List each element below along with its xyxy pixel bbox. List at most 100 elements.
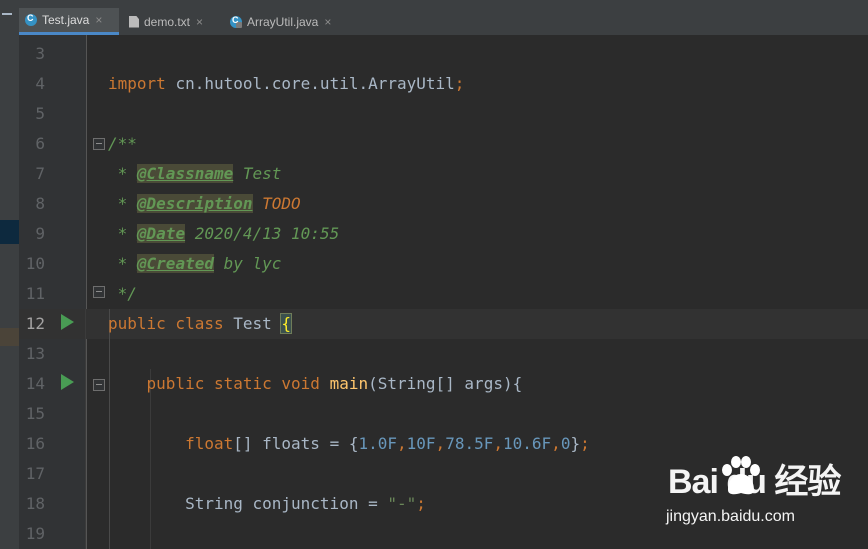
code-token: @Date <box>136 224 186 243</box>
line-number: 15 <box>25 404 45 423</box>
code-line[interactable]: 7 * @Classname Test <box>19 159 868 189</box>
tab-label: ArrayUtil.java <box>247 14 319 29</box>
code-line[interactable]: 11 */ <box>19 279 868 309</box>
tab-label: Test.java <box>42 13 90 27</box>
line-number: 11 <box>25 284 45 303</box>
code-text[interactable]: public static void main(String[] args){ <box>108 369 523 399</box>
code-line[interactable]: 9 * @Date 2020/4/13 10:55 <box>19 219 868 249</box>
code-token: /** <box>108 134 137 153</box>
code-token: 1.0F <box>358 434 397 453</box>
code-token: @Created <box>136 254 214 273</box>
locked-java-class-icon <box>230 15 242 28</box>
code-text[interactable]: * @Description TODO <box>108 189 301 219</box>
line-number: 14 <box>25 374 45 393</box>
line-number: 5 <box>35 104 45 123</box>
code-line[interactable]: 3 <box>19 39 868 69</box>
code-token: TODO <box>262 194 301 213</box>
project-panel-strip[interactable] <box>0 0 19 549</box>
line-number: 13 <box>25 344 45 363</box>
code-line[interactable]: 6 /** <box>19 129 868 159</box>
selected-tree-row[interactable] <box>0 220 19 244</box>
code-token: Test <box>233 164 282 183</box>
code-token: 78.5F <box>445 434 494 453</box>
code-token: } <box>570 434 581 453</box>
code-text[interactable]: String conjunction = "-"; <box>108 489 426 519</box>
code-text[interactable]: * @Created by lyc <box>108 249 281 279</box>
code-text[interactable]: import cn.hutool.core.util.ArrayUtil; <box>108 69 464 99</box>
tab-test-java[interactable]: Test.java × <box>19 8 119 35</box>
code-token: , <box>435 434 446 453</box>
baidu-jingyan-watermark: Bai du 经验 jingyan.baidu.com <box>660 454 860 534</box>
code-token: 2020/4/13 10:55 <box>185 224 340 243</box>
code-line[interactable]: 10 * @Created by lyc <box>19 249 868 279</box>
tab-demo-txt[interactable]: demo.txt × <box>123 8 221 35</box>
line-number: 12 <box>25 314 45 333</box>
code-token: 10.6F <box>503 434 552 453</box>
code-token: , <box>397 434 407 453</box>
watermark-url: jingyan.baidu.com <box>666 508 795 525</box>
code-token: * <box>108 224 137 243</box>
fold-icon[interactable] <box>93 286 105 298</box>
code-token: Test <box>233 314 282 333</box>
tab-label: demo.txt <box>144 14 191 29</box>
line-number: 8 <box>35 194 45 213</box>
code-text[interactable]: * @Date 2020/4/13 10:55 <box>108 219 339 249</box>
run-main-icon[interactable] <box>61 374 74 390</box>
code-token: 0 <box>560 434 571 453</box>
text-file-icon <box>129 15 139 28</box>
code-token: * <box>108 164 137 183</box>
code-token: public class <box>108 314 234 333</box>
line-number: 3 <box>35 44 45 63</box>
highlighted-tree-row[interactable] <box>0 328 19 346</box>
tab-arrayutil-java[interactable]: ArrayUtil.java × <box>224 8 349 35</box>
close-tab-icon[interactable]: × <box>324 15 331 29</box>
fold-icon[interactable] <box>93 379 105 391</box>
code-line[interactable]: 14 public static void main(String[] args… <box>19 369 868 399</box>
watermark-logo-text: Bai du 经验 <box>668 463 841 501</box>
line-number: 10 <box>25 254 45 273</box>
code-token: main <box>329 374 369 393</box>
code-text[interactable]: float[] floats = {1.0F,10F,78.5F,10.6F,0… <box>108 429 590 459</box>
code-line[interactable]: 4 import cn.hutool.core.util.ArrayUtil; <box>19 69 868 99</box>
code-token: , <box>493 434 503 453</box>
code-line[interactable]: 5 <box>19 99 868 129</box>
java-class-icon <box>25 13 37 26</box>
line-number: 18 <box>25 494 45 513</box>
line-number: 9 <box>35 224 45 243</box>
code-token: ; <box>416 494 426 513</box>
code-text[interactable]: public class Test { <box>108 309 293 339</box>
code-token: * <box>108 194 137 213</box>
code-token: [] floats = { <box>233 434 359 453</box>
close-tab-icon[interactable]: × <box>95 13 102 27</box>
code-token: { <box>280 313 293 334</box>
code-token: ; <box>454 74 465 93</box>
code-token: float <box>185 434 234 453</box>
run-class-icon[interactable] <box>61 314 74 330</box>
line-number: 19 <box>25 524 45 543</box>
code-text[interactable]: * @Classname Test <box>108 159 281 189</box>
code-text[interactable]: */ <box>108 279 137 309</box>
code-token: , <box>551 434 561 453</box>
code-line[interactable]: 13 <box>19 339 868 369</box>
code-token: @Classname <box>136 164 234 183</box>
code-line[interactable]: 15 <box>19 399 868 429</box>
line-number: 16 <box>25 434 45 453</box>
line-number: 4 <box>35 74 45 93</box>
code-token: 10F <box>406 434 436 453</box>
fold-icon[interactable] <box>93 138 105 150</box>
line-number: 7 <box>35 164 45 183</box>
line-number: 17 <box>25 464 45 483</box>
editor-tab-bar: Test.java × demo.txt × ArrayUtil.java × <box>19 8 868 36</box>
collapse-icon[interactable] <box>2 13 12 15</box>
code-token: cn.hutool.core.util.ArrayUtil <box>175 74 455 93</box>
code-token: ; <box>580 434 590 453</box>
window-top-bar <box>19 0 868 8</box>
code-text[interactable]: /** <box>108 129 137 159</box>
code-token: "-" <box>387 494 417 513</box>
code-token: @Description <box>136 194 253 213</box>
close-tab-icon[interactable]: × <box>196 15 203 29</box>
code-line[interactable]: 8 * @Description TODO <box>19 189 868 219</box>
code-line[interactable]: 12 public class Test { <box>19 309 868 339</box>
